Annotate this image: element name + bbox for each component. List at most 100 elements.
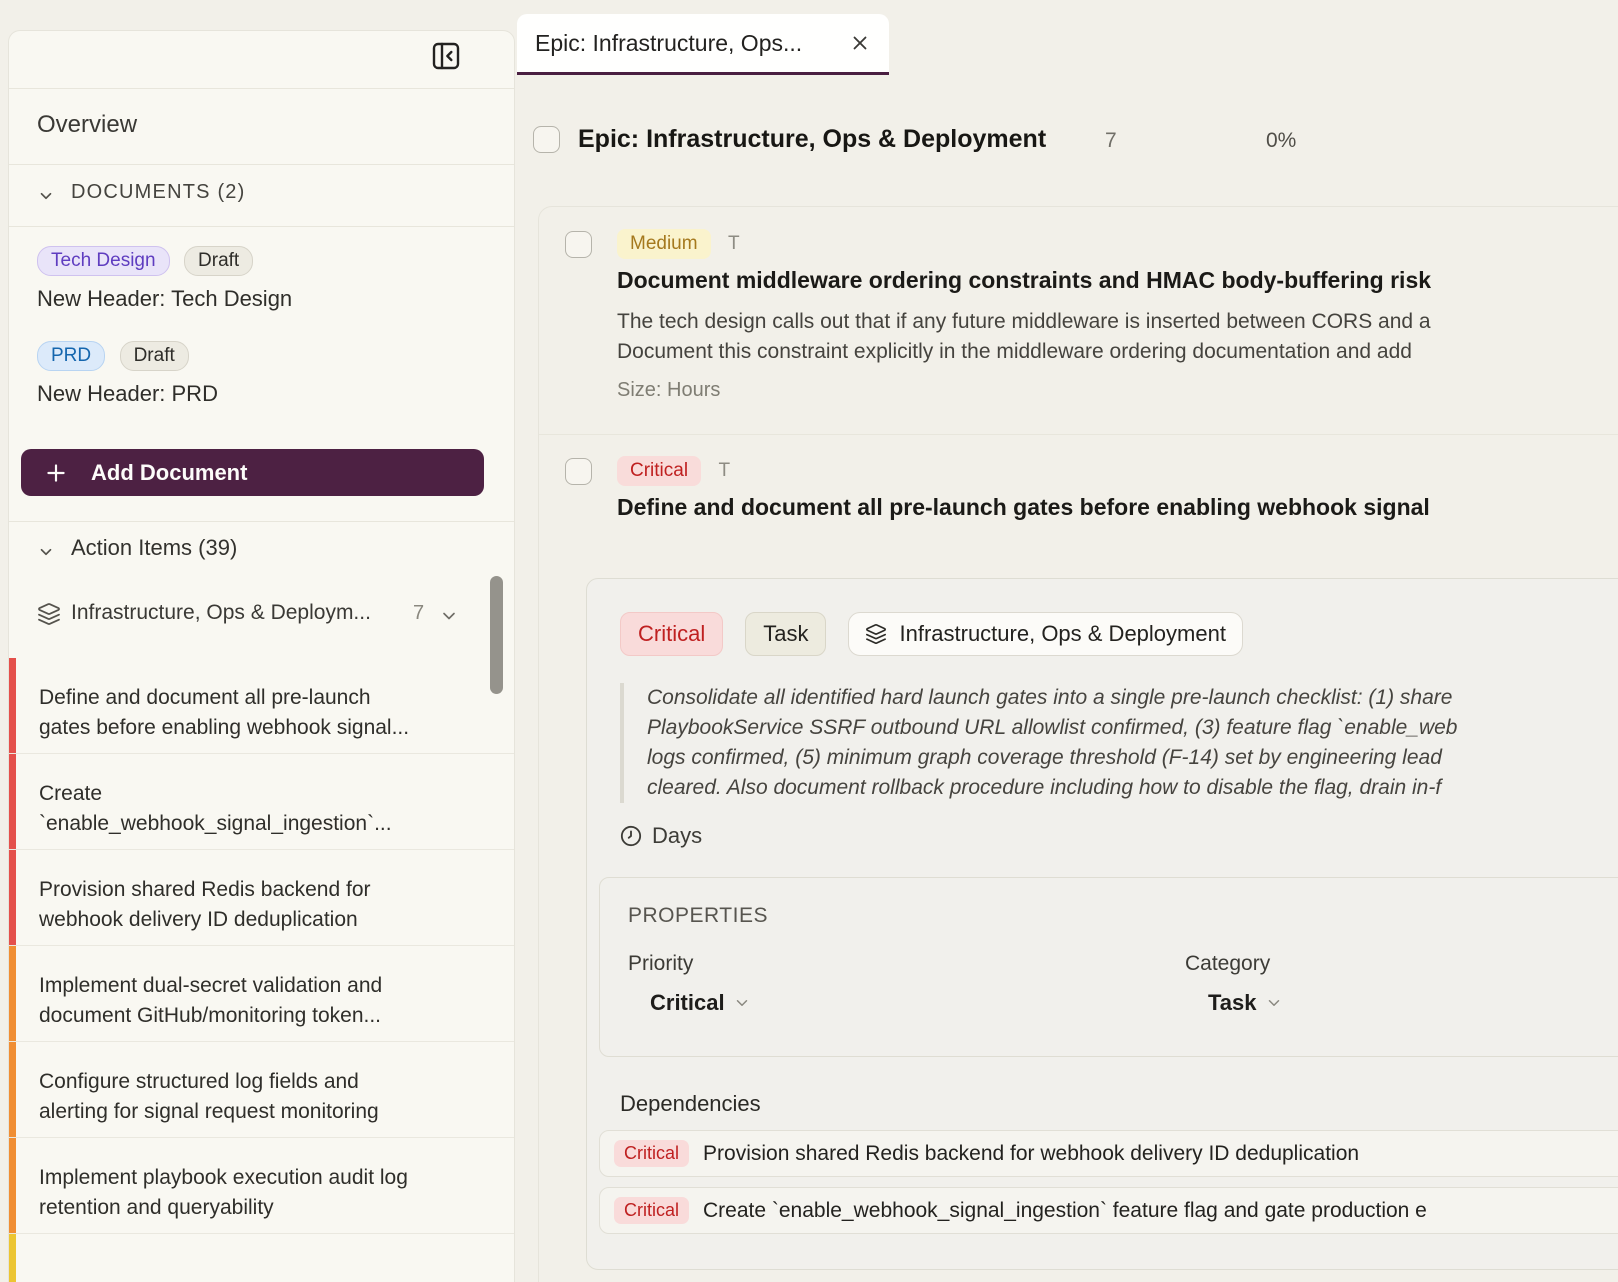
action-item[interactable]: Create`enable_webhook_signal_ingestion`.… — [9, 754, 514, 850]
panel-collapse-icon — [430, 40, 462, 72]
action-items-header-label: Action Items (39) — [71, 535, 237, 561]
chevron-down-icon — [439, 606, 459, 626]
priority-select[interactable]: Critical — [650, 990, 751, 1016]
document-card-tech-design[interactable]: Tech Design Draft New Header: Tech Desig… — [37, 246, 514, 312]
dependency-priority-badge: Critical — [614, 1197, 689, 1224]
epic-group-count: 7 — [413, 602, 424, 625]
action-item[interactable]: Define and document all pre-launchgates … — [9, 658, 514, 754]
action-item[interactable]: Configure structured log fields andalert… — [9, 1042, 514, 1138]
task-type-letter: T — [728, 233, 740, 254]
action-item-text: retention and queryability — [39, 1193, 484, 1223]
chevron-down-icon — [733, 994, 751, 1012]
priority-bar — [9, 658, 16, 753]
action-item-text: Provision shared Redis backend for — [39, 875, 484, 905]
task-type-letter: T — [719, 460, 731, 481]
doc-type-badge: PRD — [37, 341, 105, 371]
action-item[interactable]: Provision shared Redis backend forwebhoo… — [9, 850, 514, 946]
doc-status-badge: Draft — [184, 246, 253, 276]
epic-tag-pill[interactable]: Infrastructure, Ops & Deployment — [848, 612, 1242, 656]
action-item[interactable]: Implement playbook execution audit logre… — [9, 1138, 514, 1234]
epic-group-label: Infrastructure, Ops & Deploym... — [71, 601, 371, 625]
action-item-text: gates before enabling webhook signal... — [39, 713, 484, 743]
task-title: Define and document all pre-launch gates… — [617, 494, 1618, 521]
layers-icon — [865, 623, 887, 645]
collapse-sidebar-button[interactable] — [423, 33, 469, 79]
tab-epic-infrastructure[interactable]: Epic: Infrastructure, Ops... — [517, 14, 889, 75]
category-select-value: Task — [1208, 990, 1257, 1016]
properties-header: PROPERTIES — [628, 904, 768, 928]
task-badge-row: Critical T — [617, 456, 730, 486]
quote-line: PlaybookService SSRF outbound URL allowl… — [647, 713, 1618, 743]
epic-task-count: 7 — [1105, 129, 1117, 153]
action-item-text: webhook delivery ID deduplication — [39, 905, 484, 935]
action-item-text: `enable_webhook_signal_ingestion`... — [39, 809, 484, 839]
effort-row: Days — [620, 823, 702, 849]
tab-title: Epic: Infrastructure, Ops... — [535, 30, 802, 57]
effort-label: Days — [652, 823, 702, 849]
task-list-container: Medium T Document middleware ordering co… — [538, 206, 1618, 1282]
task-description-line: Document this constraint explicitly in t… — [617, 337, 1618, 367]
doc-title: New Header: PRD — [37, 381, 514, 407]
action-item[interactable]: Implement dual-secret validation anddocu… — [9, 946, 514, 1042]
quote-line: Consolidate all identified hard launch g… — [647, 683, 1618, 713]
tab-close-button[interactable] — [849, 32, 871, 54]
action-item-text: Configure structured log fields and — [39, 1067, 484, 1097]
documents-header-label: DOCUMENTS (2) — [71, 181, 246, 204]
chevron-down-icon — [37, 187, 55, 205]
close-icon — [849, 32, 871, 54]
dependency-title: Create `enable_webhook_signal_ingestion`… — [703, 1199, 1427, 1223]
priority-bar — [9, 1042, 16, 1137]
category-select[interactable]: Task — [1208, 990, 1283, 1016]
add-document-button[interactable]: Add Document — [21, 449, 484, 496]
task-checkbox[interactable] — [565, 458, 592, 485]
doc-type-badge: Tech Design — [37, 246, 170, 276]
divider — [9, 521, 514, 522]
dependency-row[interactable]: Critical Provision shared Redis backend … — [599, 1130, 1618, 1177]
divider — [9, 164, 514, 165]
priority-bar — [9, 1138, 16, 1233]
plus-icon — [43, 460, 69, 486]
priority-bar — [9, 1234, 16, 1282]
category-label: Category — [1185, 952, 1270, 976]
priority-bar — [9, 946, 16, 1041]
clock-icon — [620, 825, 642, 847]
epic-title: Epic: Infrastructure, Ops & Deployment — [578, 125, 1046, 154]
dependency-title: Provision shared Redis backend for webho… — [703, 1142, 1359, 1166]
properties-box: PROPERTIES Priority Critical Category Ta… — [599, 877, 1618, 1057]
action-item-text: alerting for signal request monitoring — [39, 1097, 484, 1127]
divider — [9, 226, 514, 227]
app-screen: Overview DOCUMENTS (2) Tech Design Draft… — [0, 0, 1618, 1282]
task-description-line: The tech design calls out that if any fu… — [617, 307, 1618, 337]
doc-title: New Header: Tech Design — [37, 286, 514, 312]
priority-badge: Medium — [617, 229, 711, 259]
divider — [539, 434, 1618, 435]
epic-tag-label: Infrastructure, Ops & Deployment — [899, 621, 1225, 647]
sidebar-scrollbar-thumb[interactable] — [490, 576, 503, 694]
documents-section-header[interactable]: DOCUMENTS (2) — [9, 181, 514, 229]
task-detail-panel: Critical Task Infrastructure, Ops & Depl… — [586, 578, 1618, 1270]
action-item[interactable] — [9, 1234, 514, 1282]
action-item-text: Define and document all pre-launch — [39, 683, 484, 713]
sidebar-item-overview[interactable]: Overview — [9, 89, 514, 164]
dependency-row[interactable]: Critical Create `enable_webhook_signal_i… — [599, 1187, 1618, 1234]
quote-line: cleared. Also document rollback procedur… — [647, 773, 1618, 803]
overview-label: Overview — [37, 111, 137, 139]
priority-badge: Critical — [620, 612, 723, 656]
task-description-quote: Consolidate all identified hard launch g… — [620, 683, 1618, 803]
task-title: Document middleware ordering constraints… — [617, 267, 1618, 294]
dependencies-header: Dependencies — [620, 1091, 761, 1117]
priority-badge: Critical — [617, 456, 701, 486]
task-checkbox[interactable] — [565, 231, 592, 258]
doc-status-badge: Draft — [120, 341, 189, 371]
action-item-text: document GitHub/monitoring token... — [39, 1001, 484, 1031]
action-items-section-header[interactable]: Action Items (39) — [9, 535, 514, 583]
task-badge-row: Medium T — [617, 229, 740, 259]
epic-progress-percent: 0% — [1266, 129, 1296, 153]
epic-checkbox[interactable] — [533, 126, 560, 153]
action-item-text: Create — [39, 779, 484, 809]
task-size-label: Size: Hours — [617, 379, 720, 402]
document-card-prd[interactable]: PRD Draft New Header: PRD — [37, 341, 514, 407]
quote-line: logs confirmed, (5) minimum graph covera… — [647, 743, 1618, 773]
epic-group-row[interactable]: Infrastructure, Ops & Deploym... 7 — [9, 599, 514, 633]
dependency-priority-badge: Critical — [614, 1140, 689, 1167]
